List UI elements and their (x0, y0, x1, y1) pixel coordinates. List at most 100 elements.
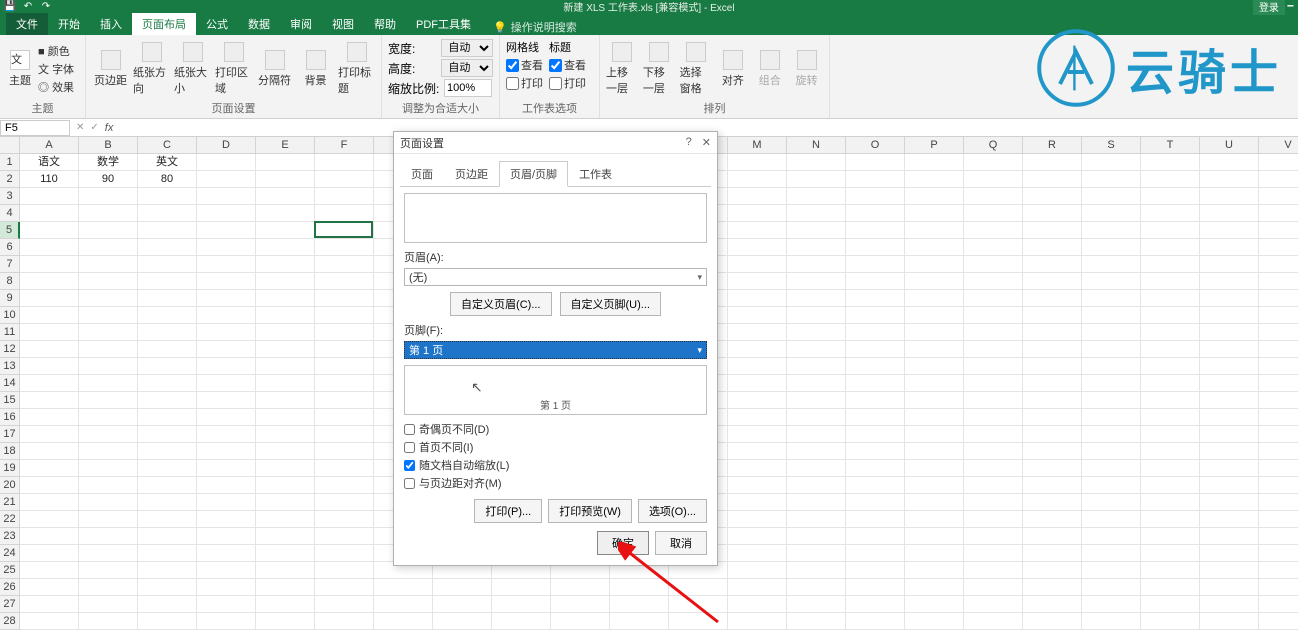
cell[interactable] (315, 290, 374, 307)
cell[interactable] (905, 171, 964, 188)
cell[interactable] (1023, 579, 1082, 596)
cell[interactable] (787, 613, 846, 630)
cell[interactable] (1141, 443, 1200, 460)
cell[interactable] (1023, 188, 1082, 205)
cell[interactable] (20, 511, 79, 528)
row-headers[interactable]: 1234567891011121314151617181920212223242… (0, 154, 20, 630)
cell[interactable] (1259, 307, 1298, 324)
cell[interactable] (256, 511, 315, 528)
cell[interactable] (1200, 545, 1259, 562)
cell[interactable] (138, 494, 197, 511)
tab-insert[interactable]: 插入 (90, 13, 132, 35)
col-header[interactable]: N (787, 137, 846, 154)
cell[interactable] (1023, 409, 1082, 426)
cell[interactable] (846, 494, 905, 511)
cell[interactable] (1141, 171, 1200, 188)
cell[interactable] (256, 171, 315, 188)
printarea-button[interactable]: 打印区域 (215, 42, 252, 96)
cell[interactable] (20, 562, 79, 579)
cell[interactable] (20, 443, 79, 460)
cell[interactable] (787, 324, 846, 341)
cell[interactable] (964, 256, 1023, 273)
cell[interactable] (1082, 545, 1141, 562)
cell[interactable] (20, 239, 79, 256)
cell[interactable] (1082, 460, 1141, 477)
cell[interactable] (846, 273, 905, 290)
tab-view[interactable]: 视图 (322, 13, 364, 35)
cell[interactable] (20, 545, 79, 562)
cell[interactable] (1141, 596, 1200, 613)
cell[interactable] (964, 375, 1023, 392)
cell[interactable] (138, 239, 197, 256)
cell[interactable] (433, 579, 492, 596)
cell[interactable] (1023, 256, 1082, 273)
cell[interactable] (846, 562, 905, 579)
cell[interactable] (1200, 392, 1259, 409)
cell[interactable] (79, 324, 138, 341)
cell[interactable] (905, 596, 964, 613)
cell[interactable] (20, 256, 79, 273)
row-header[interactable]: 26 (0, 579, 20, 596)
cell[interactable] (964, 460, 1023, 477)
col-header[interactable]: S (1082, 137, 1141, 154)
cell[interactable] (20, 273, 79, 290)
cell[interactable] (1200, 613, 1259, 630)
cell[interactable] (256, 256, 315, 273)
cell[interactable] (964, 341, 1023, 358)
cell[interactable] (1200, 562, 1259, 579)
cell[interactable] (728, 222, 787, 239)
row-header[interactable]: 17 (0, 426, 20, 443)
cell[interactable] (728, 290, 787, 307)
cell[interactable] (1200, 494, 1259, 511)
cell[interactable] (315, 579, 374, 596)
cell[interactable] (1141, 290, 1200, 307)
cell[interactable] (787, 188, 846, 205)
cell[interactable] (964, 239, 1023, 256)
cell[interactable] (138, 545, 197, 562)
cell[interactable] (964, 358, 1023, 375)
cell[interactable] (1141, 358, 1200, 375)
cell[interactable] (728, 511, 787, 528)
cell[interactable] (905, 239, 964, 256)
cell[interactable] (256, 613, 315, 630)
cell[interactable] (787, 171, 846, 188)
cell[interactable] (256, 460, 315, 477)
cell[interactable] (1082, 596, 1141, 613)
cell[interactable] (1141, 545, 1200, 562)
tab-file[interactable]: 文件 (6, 13, 48, 35)
tab-pdf[interactable]: PDF工具集 (406, 13, 481, 35)
cell[interactable] (905, 222, 964, 239)
cell[interactable]: 110 (20, 171, 79, 188)
cell[interactable] (138, 511, 197, 528)
cell[interactable] (256, 290, 315, 307)
cell[interactable] (1141, 256, 1200, 273)
cell[interactable] (728, 409, 787, 426)
fx-icon[interactable]: fx (105, 122, 120, 134)
cell[interactable] (728, 392, 787, 409)
cell[interactable] (1141, 409, 1200, 426)
col-header[interactable]: T (1141, 137, 1200, 154)
cell[interactable] (728, 579, 787, 596)
col-header[interactable]: V (1259, 137, 1298, 154)
cell[interactable] (1200, 375, 1259, 392)
cell[interactable] (1200, 171, 1259, 188)
cell[interactable] (197, 307, 256, 324)
cell[interactable] (728, 375, 787, 392)
cell[interactable] (1082, 154, 1141, 171)
col-header[interactable]: R (1023, 137, 1082, 154)
cell[interactable] (846, 375, 905, 392)
cell[interactable] (197, 171, 256, 188)
cell[interactable] (787, 460, 846, 477)
cell[interactable] (197, 613, 256, 630)
row-header[interactable]: 19 (0, 460, 20, 477)
options-button[interactable]: 选项(O)... (638, 499, 707, 523)
cell[interactable] (846, 443, 905, 460)
cell[interactable] (964, 188, 1023, 205)
cell[interactable] (197, 239, 256, 256)
row-header[interactable]: 11 (0, 324, 20, 341)
cell[interactable] (728, 307, 787, 324)
cell[interactable] (315, 494, 374, 511)
cell[interactable] (1200, 579, 1259, 596)
tab-help[interactable]: 帮助 (364, 13, 406, 35)
cell[interactable] (787, 205, 846, 222)
